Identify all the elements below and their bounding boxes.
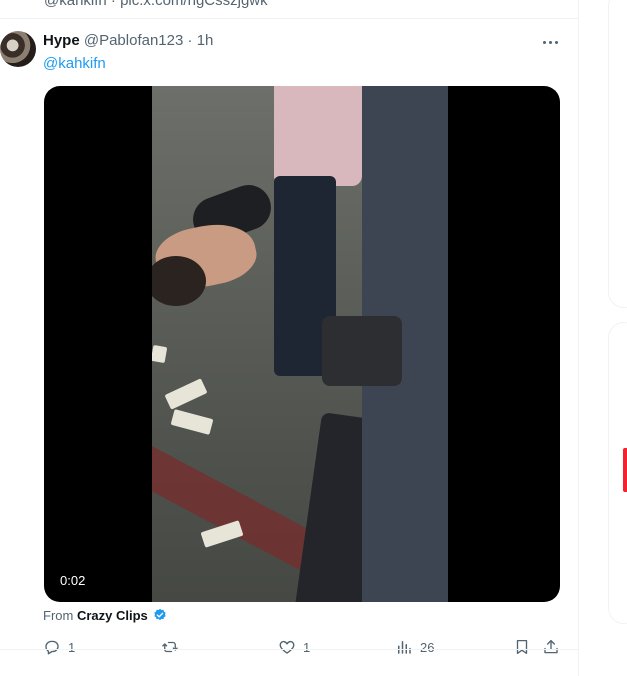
share-icon <box>544 639 558 654</box>
video-frame <box>152 86 448 602</box>
reply-icon <box>45 640 59 655</box>
tweet-divider <box>0 649 578 650</box>
source-name[interactable]: Crazy Clips <box>77 608 148 623</box>
previous-tweet-link[interactable]: @kahkifn · pic.x.com/ngCsszjgwk <box>44 0 268 9</box>
views-icon <box>398 641 411 654</box>
source-attribution: From Crazy Clips <box>43 608 167 623</box>
verified-badge-icon <box>154 608 167 621</box>
right-sidebar <box>608 0 627 676</box>
bookmark-button[interactable] <box>513 637 531 657</box>
video-player[interactable]: 0:02 <box>44 86 560 602</box>
previous-tweet[interactable]: @kahkifn · pic.x.com/ngCsszjgwk <box>0 0 578 19</box>
author-handle[interactable]: @Pablofan123 <box>84 32 183 49</box>
tweet-header: Hype @Pablofan123 · 1h <box>43 32 563 52</box>
view-count: 26 <box>420 639 435 655</box>
sidebar-action-button[interactable] <box>623 448 627 492</box>
tweet[interactable]: Hype @Pablofan123 · 1h @kahkifn 0:02 Fro… <box>0 19 578 676</box>
more-options-button[interactable] <box>540 32 560 52</box>
avatar[interactable] <box>0 31 36 67</box>
sidebar-card <box>608 0 627 308</box>
retweet-button[interactable] <box>161 637 186 657</box>
retweet-icon <box>162 641 178 653</box>
source-prefix: From <box>43 608 74 623</box>
like-button[interactable]: 1 <box>278 637 310 657</box>
video-duration: 0:02 <box>56 571 90 590</box>
author-name[interactable]: Hype <box>43 32 80 49</box>
mention-link[interactable]: @kahkifn <box>43 55 106 72</box>
bookmark-icon <box>516 639 528 655</box>
like-count: 1 <box>303 639 311 655</box>
timeline-column: @kahkifn · pic.x.com/ngCsszjgwk Hype @Pa… <box>0 0 579 676</box>
separator-dot: · <box>187 32 193 49</box>
like-icon <box>279 640 295 654</box>
views-button[interactable]: 26 <box>395 637 434 657</box>
reply-button[interactable]: 1 <box>43 637 75 657</box>
reply-count: 1 <box>68 639 76 655</box>
more-icon <box>541 40 559 44</box>
share-button[interactable] <box>542 637 560 657</box>
tweet-time[interactable]: 1h <box>197 32 214 49</box>
tweet-actions: 1 1 26 <box>43 637 563 659</box>
